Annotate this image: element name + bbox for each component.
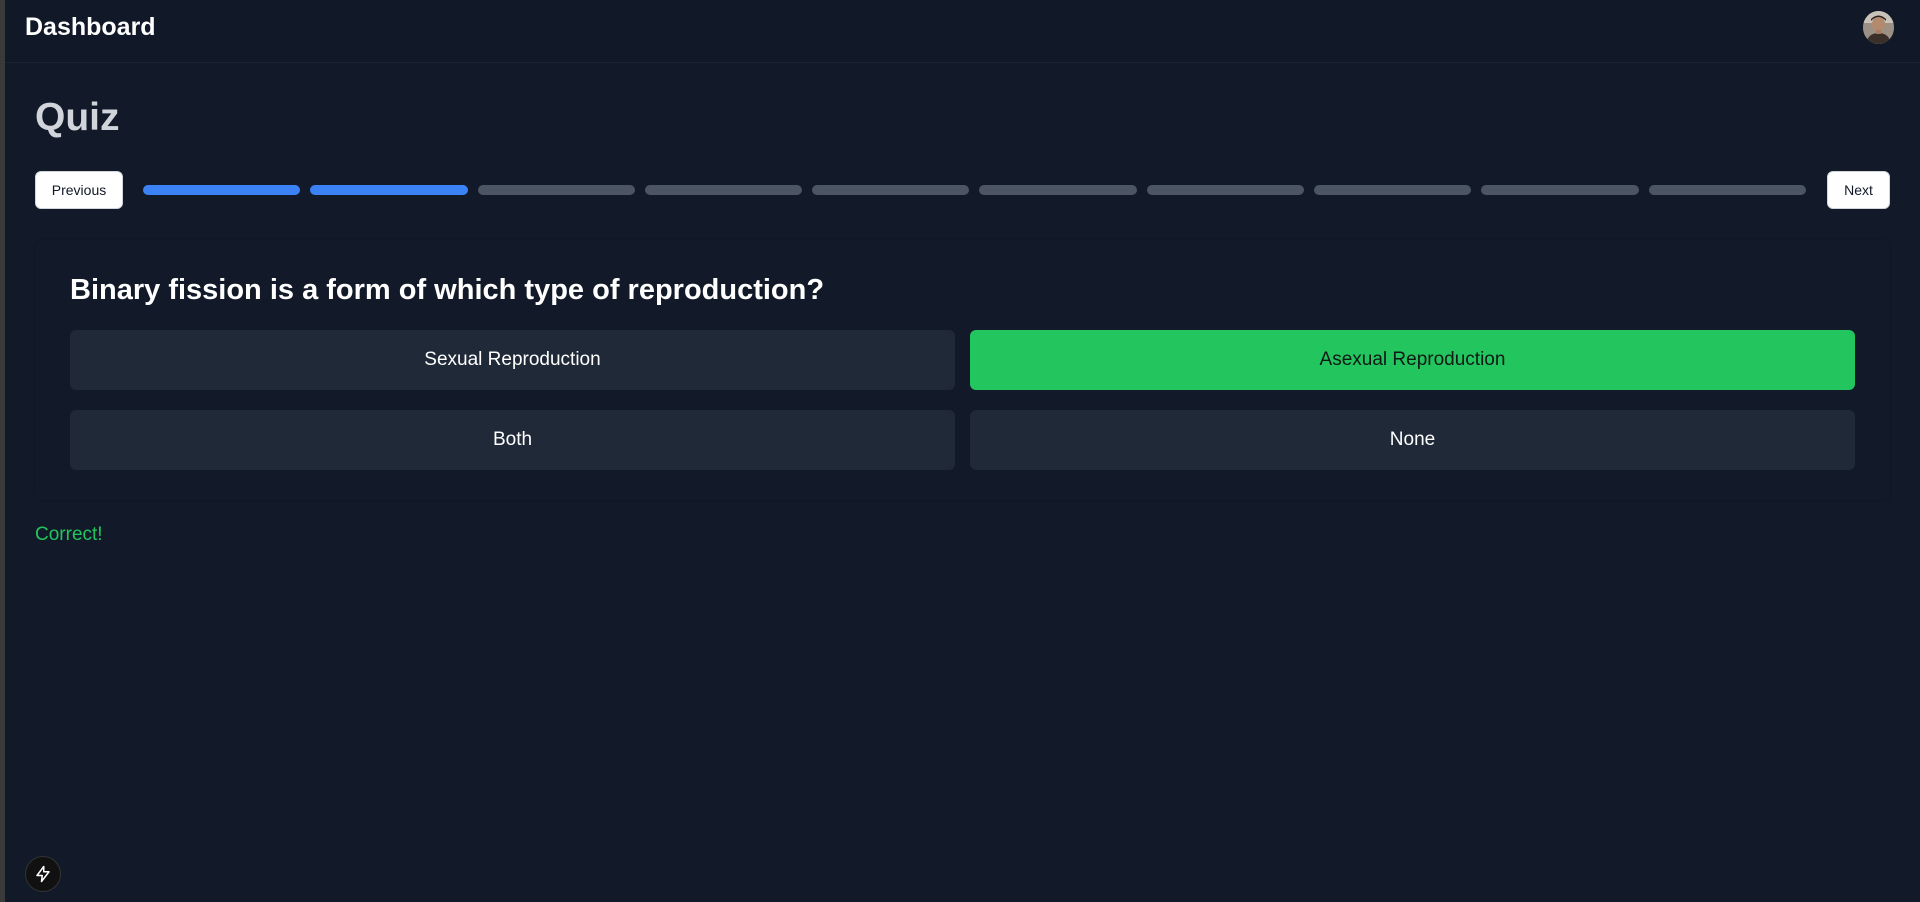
dashboard-title[interactable]: Dashboard xyxy=(25,10,156,44)
next-button[interactable]: Next xyxy=(1827,171,1890,209)
user-avatar[interactable] xyxy=(1863,11,1894,44)
answer-option-sexual-reproduction[interactable]: Sexual Reproduction xyxy=(70,330,955,390)
progress-segment xyxy=(812,185,970,195)
answer-option-none[interactable]: None xyxy=(970,410,1855,470)
progress-segment xyxy=(1481,185,1639,195)
progress-segment xyxy=(644,185,803,195)
quiz-progress-bar xyxy=(143,185,1806,195)
lightning-bolt-icon xyxy=(36,865,50,883)
progress-segment xyxy=(477,185,635,195)
progress-segment xyxy=(143,185,301,195)
answer-option-both[interactable]: Both xyxy=(70,410,955,470)
question-card: Binary fission is a form of which type o… xyxy=(35,240,1890,500)
progress-segment xyxy=(1648,185,1806,195)
top-bar: Dashboard xyxy=(5,0,1920,63)
lightning-bolt-button[interactable] xyxy=(25,856,61,892)
progress-segment xyxy=(310,185,468,195)
progress-segment xyxy=(979,185,1137,195)
answer-option-asexual-reproduction[interactable]: Asexual Reproduction xyxy=(970,330,1855,390)
avatar-image xyxy=(1863,11,1894,44)
progress-segment xyxy=(1314,185,1472,195)
question-text: Binary fission is a form of which type o… xyxy=(70,274,825,306)
answer-feedback: Correct! xyxy=(35,524,103,545)
app-root: Dashboard Quiz Previous Next Binary fiss… xyxy=(5,0,1920,902)
page-title: Quiz xyxy=(35,96,120,139)
previous-button[interactable]: Previous xyxy=(35,171,123,209)
progress-segment xyxy=(1146,185,1305,195)
